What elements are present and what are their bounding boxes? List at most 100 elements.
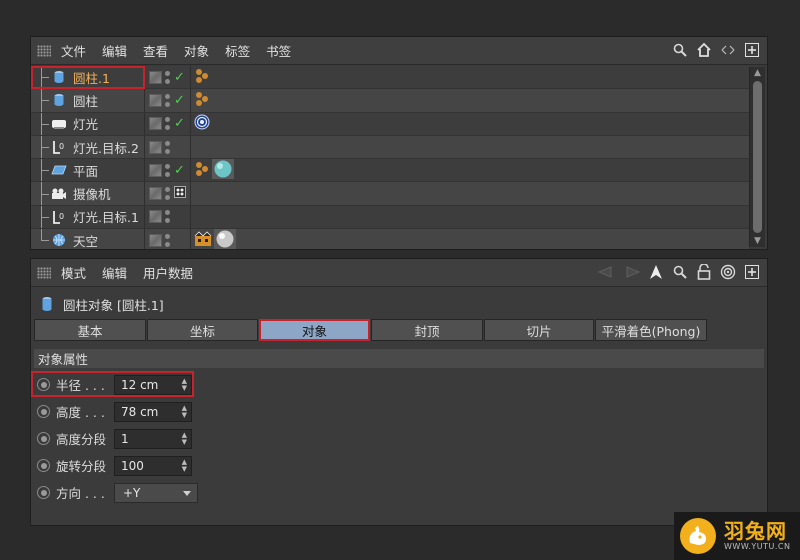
link-icon[interactable] bbox=[719, 41, 737, 59]
layer-icon[interactable] bbox=[149, 163, 162, 177]
tab-caps[interactable]: 封顶 bbox=[371, 319, 483, 341]
height-input[interactable]: 78 cm ▲ ▼ bbox=[114, 401, 192, 422]
object-name-cell[interactable]: 圆柱.1 bbox=[31, 66, 145, 89]
visibility-dots-icon[interactable] bbox=[165, 117, 171, 131]
scroll-up-icon[interactable]: ▲ bbox=[750, 67, 765, 79]
panel-grip-icon[interactable] bbox=[37, 44, 51, 57]
object-row-camera[interactable]: 摄像机 bbox=[31, 182, 749, 206]
layer-icon[interactable] bbox=[149, 233, 162, 247]
new-panel-icon[interactable] bbox=[743, 263, 761, 281]
menu-edit[interactable]: 编辑 bbox=[102, 263, 127, 282]
object-flags bbox=[145, 229, 191, 249]
material-white-icon[interactable] bbox=[214, 228, 236, 249]
spinner-icon[interactable]: ▲ ▼ bbox=[182, 404, 187, 419]
menu-user-data[interactable]: 用户数据 bbox=[143, 263, 193, 282]
tab-object[interactable]: 对象 bbox=[259, 319, 370, 341]
pointer-icon[interactable] bbox=[647, 263, 665, 281]
object-name-cell[interactable]: 0 灯光.目标.2 bbox=[31, 135, 145, 159]
camera-toggle-icon[interactable] bbox=[174, 186, 186, 201]
animate-radio-icon[interactable] bbox=[37, 405, 50, 418]
phong-tag-icon[interactable] bbox=[194, 68, 210, 87]
menu-file[interactable]: 文件 bbox=[61, 41, 86, 60]
scrollbar-thumb[interactable] bbox=[753, 81, 762, 233]
object-name-cell[interactable]: 圆柱 bbox=[31, 89, 145, 112]
animate-radio-icon[interactable] bbox=[37, 459, 50, 472]
visibility-dots-icon[interactable] bbox=[165, 187, 171, 201]
new-panel-icon[interactable] bbox=[743, 41, 761, 59]
light-icon bbox=[51, 116, 67, 132]
object-list: 圆柱.1 ✓ 圆柱 ✓ 灯光 ✓ 0 灯光.目标.2 平面 ✓ 摄像机 0 灯光… bbox=[31, 66, 749, 249]
tab-coordinates[interactable]: 坐标 bbox=[147, 319, 258, 341]
object-row-light-target-2[interactable]: 0 灯光.目标.2 bbox=[31, 135, 749, 160]
param-value: 100 bbox=[121, 458, 144, 473]
watermark-en: WWW.YUTU.CN bbox=[724, 542, 791, 551]
object-name-cell[interactable]: 天空 bbox=[31, 229, 145, 249]
menu-bookmarks[interactable]: 书签 bbox=[266, 41, 291, 60]
object-title: 圆柱对象 [圆柱.1] bbox=[63, 297, 164, 313]
spinner-icon[interactable]: ▲ ▼ bbox=[182, 377, 187, 392]
object-list-scrollbar[interactable]: ▲ ▼ bbox=[749, 67, 765, 247]
enabled-check-icon[interactable]: ✓ bbox=[174, 70, 186, 85]
attribute-manager-panel: 模式 编辑 用户数据 圆柱对象 [圆柱.1] 基本 坐标 对象 封顶 切片 平滑… bbox=[30, 258, 768, 526]
phong-tag-icon[interactable] bbox=[194, 161, 210, 180]
object-name-cell[interactable]: 摄像机 bbox=[31, 182, 145, 206]
search-icon[interactable] bbox=[671, 263, 689, 281]
material-teal-icon[interactable] bbox=[212, 158, 234, 182]
visibility-dots-icon[interactable] bbox=[165, 70, 171, 84]
layer-icon[interactable] bbox=[149, 70, 162, 84]
height-segments-input[interactable]: 1 ▲ ▼ bbox=[114, 428, 192, 449]
menu-tags[interactable]: 标签 bbox=[225, 41, 250, 60]
target-tag-icon[interactable] bbox=[194, 114, 210, 133]
object-row-cylinder-1[interactable]: 圆柱.1 ✓ bbox=[31, 66, 749, 90]
compositing-tag-icon[interactable] bbox=[194, 231, 212, 249]
tree-line bbox=[37, 89, 51, 112]
object-row-light[interactable]: 灯光 ✓ bbox=[31, 112, 749, 136]
scroll-down-icon[interactable]: ▼ bbox=[750, 235, 765, 247]
layer-icon[interactable] bbox=[149, 210, 162, 224]
tab-basic[interactable]: 基本 bbox=[34, 319, 146, 341]
null-icon: 0 bbox=[51, 139, 67, 155]
animate-radio-icon[interactable] bbox=[37, 486, 50, 499]
layer-icon[interactable] bbox=[149, 187, 162, 201]
enabled-check-icon[interactable]: ✓ bbox=[174, 116, 186, 131]
home-icon[interactable] bbox=[695, 41, 713, 59]
object-name-cell[interactable]: 0 灯光.目标.1 bbox=[31, 205, 145, 229]
back-forward-icon[interactable] bbox=[597, 263, 641, 281]
tab-phong[interactable]: 平滑着色(Phong) bbox=[595, 319, 707, 341]
radius-input[interactable]: 12 cm ▲ ▼ bbox=[114, 374, 192, 395]
object-row-sky[interactable]: 天空 bbox=[31, 228, 749, 249]
visibility-dots-icon[interactable] bbox=[165, 233, 171, 247]
visibility-dots-icon[interactable] bbox=[165, 163, 171, 177]
animate-radio-icon[interactable] bbox=[37, 432, 50, 445]
orientation-dropdown[interactable]: +Y bbox=[114, 482, 198, 503]
spinner-icon[interactable]: ▲ ▼ bbox=[182, 458, 187, 473]
object-row-light-target-1[interactable]: 0 灯光.目标.1 bbox=[31, 205, 749, 230]
panel-grip-icon[interactable] bbox=[37, 266, 51, 279]
enabled-check-icon[interactable]: ✓ bbox=[174, 93, 186, 108]
param-radius: 半径 . . . 12 cm ▲ ▼ bbox=[31, 371, 767, 398]
object-name-cell[interactable]: 灯光 bbox=[31, 112, 145, 136]
spinner-icon[interactable]: ▲ ▼ bbox=[182, 431, 187, 446]
layer-icon[interactable] bbox=[149, 140, 162, 154]
layer-icon[interactable] bbox=[149, 117, 162, 131]
menu-mode[interactable]: 模式 bbox=[61, 263, 86, 282]
target-icon[interactable] bbox=[719, 263, 737, 281]
object-tags bbox=[191, 66, 749, 88]
object-row-cylinder[interactable]: 圆柱 ✓ bbox=[31, 89, 749, 113]
visibility-dots-icon[interactable] bbox=[165, 93, 171, 107]
tab-slice[interactable]: 切片 bbox=[484, 319, 594, 341]
object-name-cell[interactable]: 平面 bbox=[31, 159, 145, 182]
menu-edit[interactable]: 编辑 bbox=[102, 41, 127, 60]
object-row-plane[interactable]: 平面 ✓ bbox=[31, 158, 749, 183]
rotation-segments-input[interactable]: 100 ▲ ▼ bbox=[114, 455, 192, 476]
menu-objects[interactable]: 对象 bbox=[184, 41, 209, 60]
menu-view[interactable]: 查看 bbox=[143, 41, 168, 60]
enabled-check-icon[interactable]: ✓ bbox=[174, 163, 186, 178]
search-icon[interactable] bbox=[671, 41, 689, 59]
phong-tag-icon[interactable] bbox=[194, 91, 210, 110]
visibility-dots-icon[interactable] bbox=[165, 140, 171, 154]
layer-icon[interactable] bbox=[149, 93, 162, 107]
visibility-dots-icon[interactable] bbox=[165, 210, 171, 224]
object-tags bbox=[191, 136, 749, 158]
lock-icon[interactable] bbox=[695, 263, 713, 281]
